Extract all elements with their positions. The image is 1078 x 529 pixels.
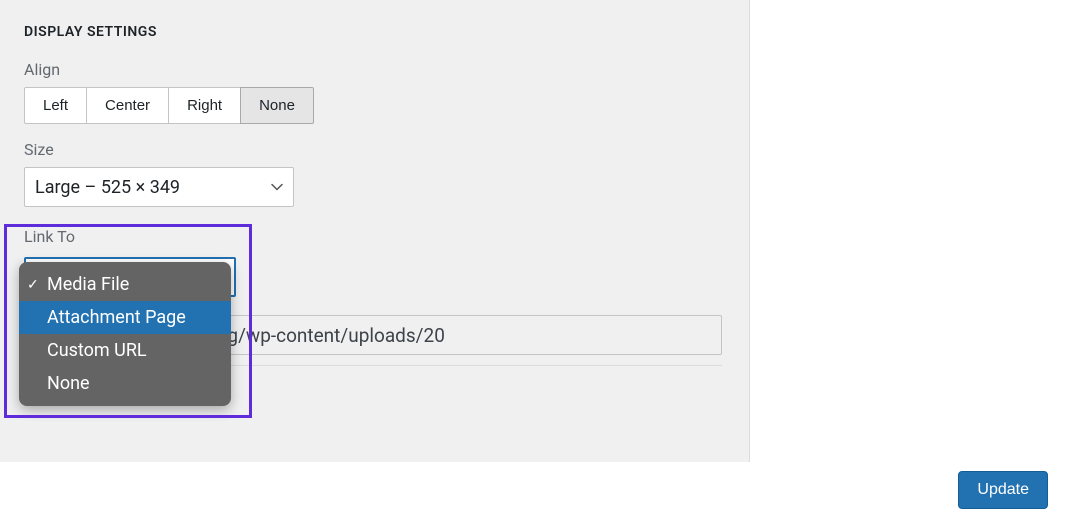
link-to-label: Link To [24, 227, 725, 246]
check-icon: ✓ [27, 277, 43, 293]
dropdown-item-label: Media File [47, 274, 129, 295]
size-label: Size [24, 140, 725, 159]
dropdown-item-label: Custom URL [47, 340, 147, 361]
align-button-group: Left Center Right None [24, 87, 725, 124]
link-to-dropdown: ✓ Media File Attachment Page Custom URL … [19, 262, 231, 406]
dropdown-item-attachment-page[interactable]: Attachment Page [19, 301, 231, 334]
dropdown-item-label: Attachment Page [47, 307, 186, 328]
size-selected-value: Large – 525 × 349 [35, 177, 180, 198]
link-to-section: Link To 8b8.eu1.wpsandbox.org/wp-content… [24, 227, 725, 246]
dropdown-item-none[interactable]: None [19, 367, 231, 400]
chevron-down-icon [271, 183, 283, 191]
dropdown-item-media-file[interactable]: ✓ Media File [19, 268, 231, 301]
align-label: Align [24, 60, 725, 79]
dropdown-item-custom-url[interactable]: Custom URL [19, 334, 231, 367]
align-left-button[interactable]: Left [24, 87, 86, 124]
settings-panel: DISPLAY SETTINGS Align Left Center Right… [0, 0, 750, 462]
update-button[interactable]: Update [958, 471, 1048, 509]
section-title: DISPLAY SETTINGS [24, 24, 725, 40]
dropdown-item-label: None [47, 373, 90, 394]
align-right-button[interactable]: Right [168, 87, 240, 124]
align-center-button[interactable]: Center [86, 87, 168, 124]
size-select[interactable]: Large – 525 × 349 [24, 167, 294, 207]
align-none-button[interactable]: None [240, 87, 314, 124]
